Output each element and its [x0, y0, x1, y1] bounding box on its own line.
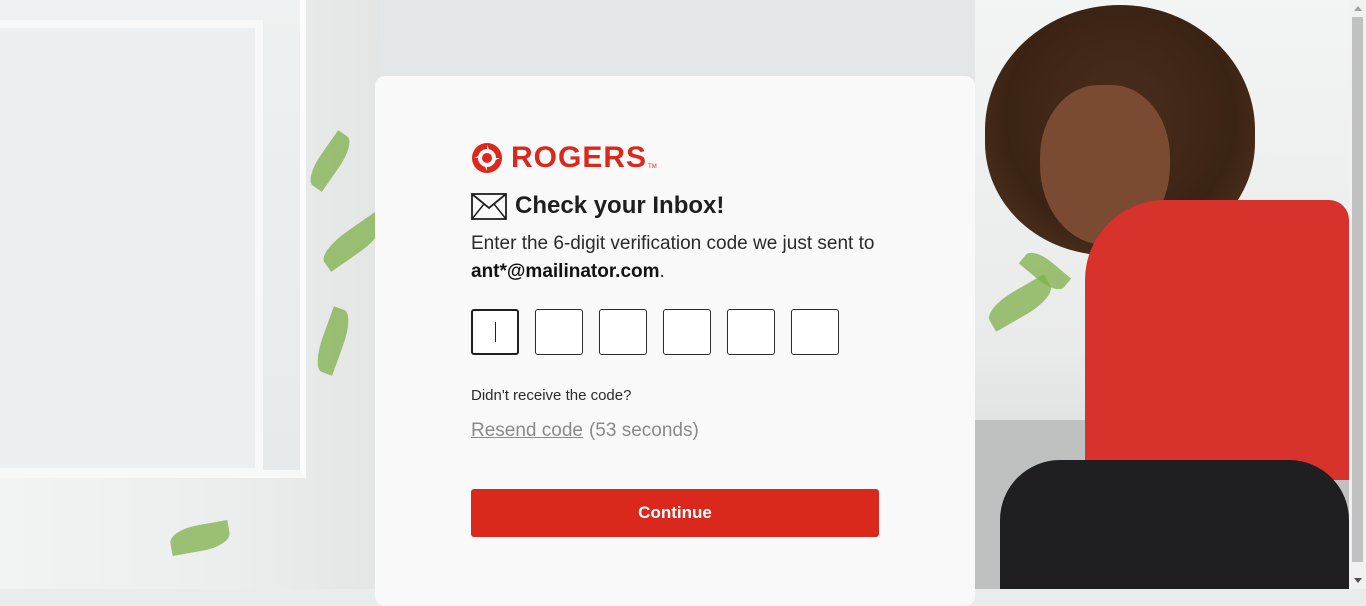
- resend-row: Resend code (53 seconds): [471, 420, 699, 442]
- instructions-period: .: [659, 261, 665, 282]
- trademark-symbol: TM: [648, 164, 657, 170]
- code-digit-3-input[interactable]: [599, 309, 647, 355]
- inbox-heading: Check your Inbox!: [471, 192, 724, 220]
- resend-code-link[interactable]: Resend code: [471, 420, 583, 441]
- background-window: [0, 0, 306, 478]
- instructions-text: Enter the 6-digit verification code we j…: [471, 233, 875, 254]
- rogers-logo: ROGERS TM: [471, 142, 657, 174]
- resend-countdown: (53 seconds): [588, 420, 699, 441]
- code-digit-4-input[interactable]: [663, 309, 711, 355]
- page-title: Check your Inbox!: [515, 192, 725, 219]
- rogers-logo-wordmark: ROGERS: [511, 141, 648, 174]
- continue-button[interactable]: Continue: [471, 489, 879, 537]
- code-digit-1-wrapper: [471, 309, 519, 355]
- verification-instructions: Enter the 6-digit verification code we j…: [471, 230, 891, 286]
- background-person-shirt: [1085, 200, 1349, 480]
- page-scrollbar[interactable]: [1349, 0, 1366, 589]
- verification-code-inputs: [471, 309, 839, 355]
- code-digit-2-input[interactable]: [535, 309, 583, 355]
- didnt-receive-text: Didn't receive the code?: [471, 387, 632, 404]
- rogers-logo-mark-icon: [472, 143, 502, 173]
- background-room-left: [0, 0, 380, 589]
- text-caret: [495, 322, 496, 342]
- scroll-down-arrow-icon[interactable]: [1349, 572, 1366, 589]
- code-digit-5-input[interactable]: [727, 309, 775, 355]
- envelope-icon: [471, 192, 507, 220]
- background-window-pane: [0, 20, 263, 476]
- scroll-up-arrow-icon[interactable]: [1349, 0, 1366, 17]
- scrollbar-thumb[interactable]: [1352, 17, 1363, 562]
- code-digit-6-input[interactable]: [791, 309, 839, 355]
- background-person-legs: [1000, 460, 1349, 589]
- verification-card: ROGERS TM Check your Inbox! Enter the 6-…: [375, 76, 975, 606]
- masked-email: ant*@mailinator.com: [471, 261, 660, 282]
